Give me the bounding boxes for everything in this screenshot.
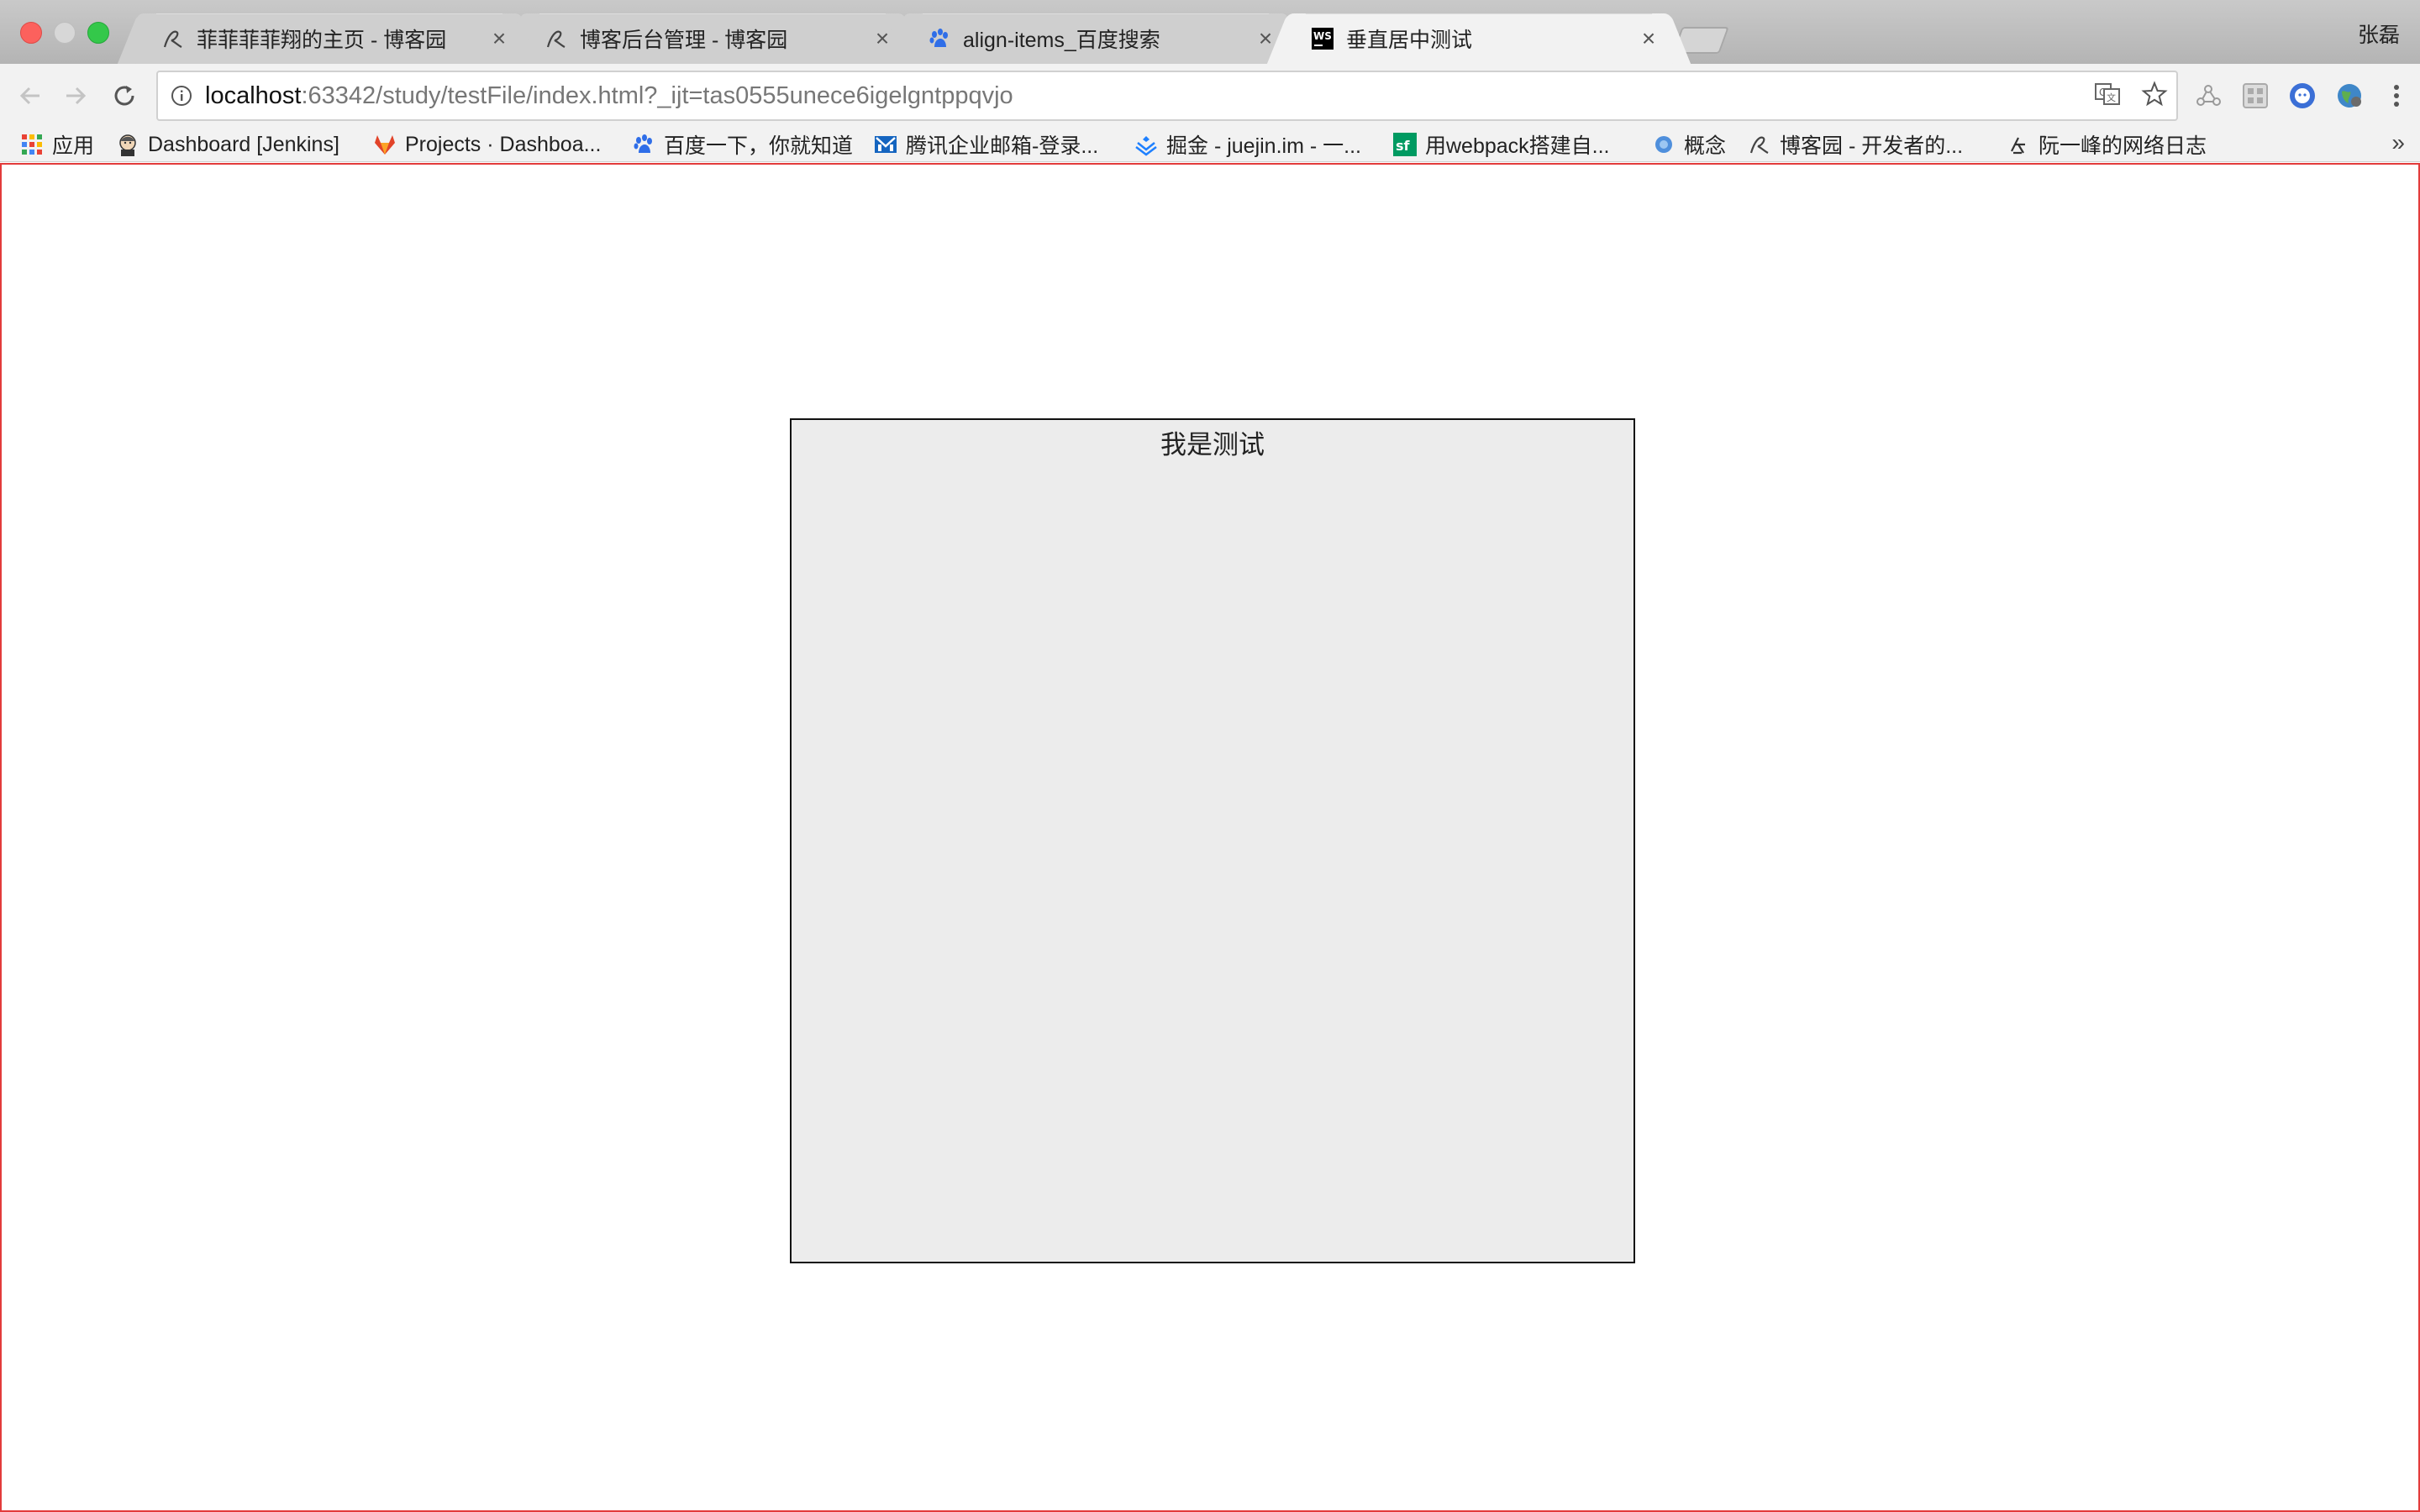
info-icon[interactable] [170,84,193,108]
tab-title: 菲菲菲菲翔的主页 - 博客园 [197,29,447,52]
webstorm-icon: WS [1311,27,1334,50]
gitlab-icon [373,133,397,156]
bookmark-label: 用webpack搭建自... [1425,134,1610,158]
bookmark-concept[interactable]: 概念 [1652,131,1726,158]
segmentfault-icon: sf [1393,133,1417,156]
page-container: 我是测试 [0,163,2420,1512]
tab-strip: 菲菲菲菲翔的主页 - 博客园 × 博客后台管理 - 博客园 × align-it… [0,0,2420,64]
bookmark-gitlab[interactable]: Projects · Dashboa... [373,131,601,158]
bookmark-ruanyifeng[interactable]: 阮一峰的网络日志 [2007,131,2207,158]
bookmark-label: 腾讯企业邮箱-登录... [906,134,1099,158]
bookmark-label: 阮一峰的网络日志 [2039,134,2207,158]
extension-grid-icon[interactable] [2238,79,2272,113]
extension-graph-icon[interactable] [2191,79,2225,113]
url-text[interactable]: localhost:63342/study/testFile/index.htm… [205,82,1013,110]
apps-grid-icon [20,133,44,156]
bookmarks-overflow-chevron[interactable]: » [2391,129,2405,156]
bookmark-tencent-mail[interactable]: 腾讯企业邮箱-登录... [874,131,1098,158]
address-bar[interactable]: localhost:63342/study/testFile/index.htm… [156,71,2178,121]
bookmark-jenkins[interactable]: Dashboard [Jenkins] [116,131,339,158]
centered-box: 我是测试 [790,418,1635,1263]
url-path: :63342/study/testFile/index.html?_ijt=ta… [301,81,1013,109]
translate-icon[interactable]: G文 [2094,81,2121,112]
cnblogs-icon [161,27,185,50]
bookmark-label: 应用 [52,134,95,158]
minimize-window-button[interactable] [54,22,76,44]
bookmark-juejin[interactable]: 掘金 - juejin.im - 一... [1134,131,1361,158]
baidu-paw-icon [928,27,951,50]
profile-name[interactable]: 张磊 [2358,18,2400,49]
close-tab-icon[interactable]: × [872,27,892,50]
tab-baidu-search[interactable]: align-items_百度搜索 × [902,13,1289,64]
tab-title: align-items_百度搜索 [963,29,1160,52]
reload-icon [114,86,134,106]
cnblogs-icon [544,27,568,50]
tab-cnblogs-home[interactable]: 菲菲菲菲翔的主页 - 博客园 × [136,13,523,64]
bookmark-label: 百度一下，你就知道 [664,134,854,158]
star-icon[interactable] [2141,80,2168,112]
bookmark-label: Dashboard [Jenkins] [148,132,339,156]
extension-octocat-icon[interactable] [2286,79,2319,113]
cnblogs-icon [1748,133,1771,156]
tab-vertical-center-test[interactable]: WS 垂直居中测试 × [1286,13,1672,64]
browser-window: 菲菲菲菲翔的主页 - 博客园 × 博客后台管理 - 博客园 × align-it… [0,0,2420,1512]
tencent-mail-icon [874,133,897,156]
bookmark-baidu[interactable]: 百度一下，你就知道 [632,131,853,158]
bookmark-label: 概念 [1684,134,1727,158]
bookmarks-bar: 应用 Dashboard [Jenkins] Projects · Dashbo… [0,128,2420,162]
box-text: 我是测试 [1160,430,1265,460]
baidu-paw-icon [632,133,655,156]
page-viewport: 我是测试 [0,163,2420,1512]
svg-text:文: 文 [2107,92,2116,103]
browser-toolbar: localhost:63342/study/testFile/index.htm… [0,64,2420,128]
url-host: localhost [205,81,302,109]
forward-button[interactable] [59,79,92,113]
maximize-window-button[interactable] [87,22,109,44]
menu-kebab-icon[interactable] [2380,79,2413,113]
juejin-icon [1134,133,1158,156]
close-tab-icon[interactable]: × [1639,27,1659,50]
concept-icon [1652,133,1676,156]
svg-text:sf: sf [1396,138,1411,154]
back-button[interactable] [13,79,47,113]
jenkins-icon [116,133,139,156]
tab-cnblogs-admin[interactable]: 博客后台管理 - 博客园 × [519,13,906,64]
bookmark-label: 博客园 - 开发者的... [1780,134,1964,158]
svg-text:WS: WS [1313,30,1332,42]
ruanyifeng-icon [2007,133,2030,156]
forward-arrow-icon [66,87,87,105]
bookmark-segmentfault[interactable]: sf 用webpack搭建自... [1393,131,1610,158]
back-arrow-icon [19,87,39,105]
close-window-button[interactable] [20,22,42,44]
tab-title: 博客后台管理 - 博客园 [580,29,788,52]
bookmark-apps[interactable]: 应用 [20,131,94,158]
close-tab-icon[interactable]: × [1255,27,1276,50]
tab-title: 垂直居中测试 [1346,29,1473,52]
bookmark-cnblogs[interactable]: 博客园 - 开发者的... [1748,131,1963,158]
reload-button[interactable] [108,79,141,113]
bookmark-label: 掘金 - juejin.im - 一... [1166,134,1361,158]
extension-globe-icon[interactable] [2333,79,2366,113]
close-tab-icon[interactable]: × [489,27,509,50]
bookmark-label: Projects · Dashboa... [405,132,602,156]
